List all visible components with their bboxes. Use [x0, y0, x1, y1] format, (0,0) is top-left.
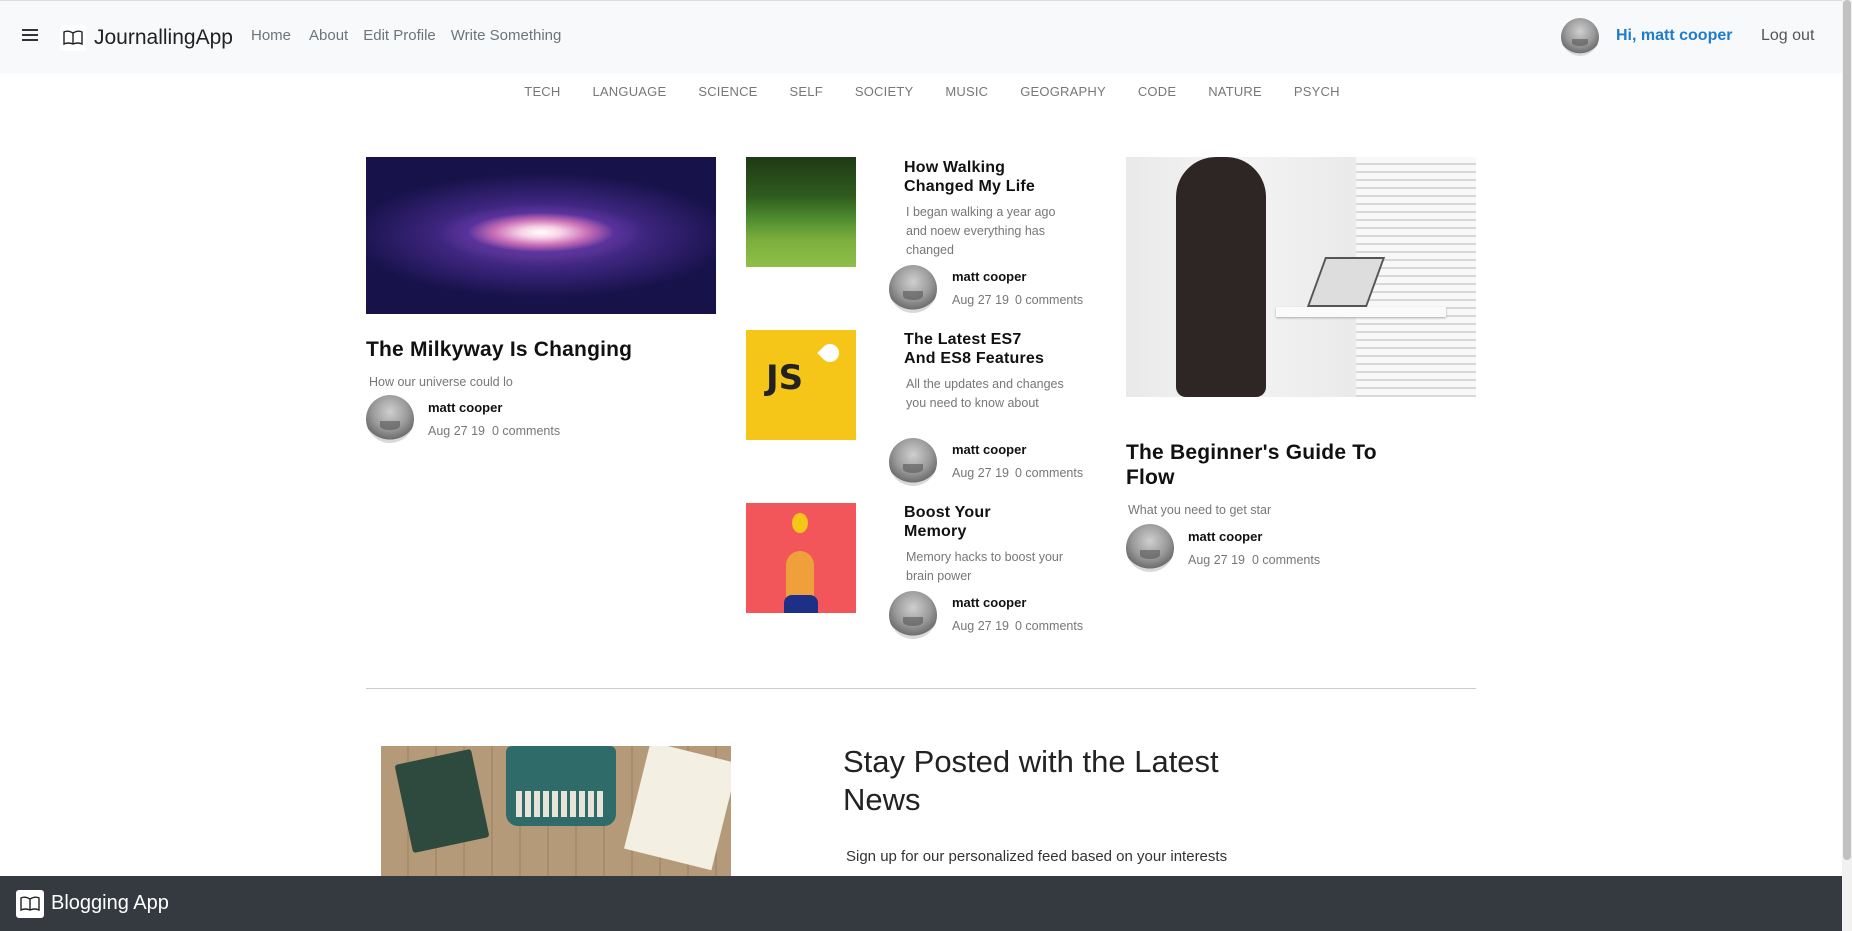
book-icon: [16, 890, 44, 918]
category-music[interactable]: MUSIC: [945, 84, 988, 99]
section-divider: [366, 688, 1476, 689]
notebook: [624, 746, 731, 871]
footer: Blogging App: [0, 876, 1842, 931]
milkyway-comments[interactable]: 0 comments: [492, 424, 560, 438]
memory-title[interactable]: Boost Your Memory: [904, 503, 1054, 541]
es7-description: All the updates and changes you need to …: [906, 377, 1064, 410]
nav-link-write-something[interactable]: Write Something: [451, 27, 562, 44]
category-nav: TECH LANGUAGE SCIENCE SELF SOCIETY MUSIC…: [0, 84, 1852, 99]
walking-image[interactable]: [746, 157, 856, 267]
user-avatar[interactable]: [1561, 18, 1599, 56]
rocket-icon: [817, 340, 843, 366]
book: [394, 748, 490, 854]
flow-title[interactable]: The Beginner's Guide To Flow: [1126, 440, 1396, 490]
author-avatar[interactable]: [889, 591, 937, 639]
es7-author[interactable]: matt cooper: [952, 442, 1026, 457]
milkyway-title[interactable]: The Milkyway Is Changing: [366, 338, 632, 362]
typewriter-image: [381, 746, 731, 876]
js-logo: JS: [766, 358, 804, 398]
memory-date: Aug 27 19: [952, 619, 1009, 633]
walking-author[interactable]: matt cooper: [952, 269, 1026, 284]
top-navbar: JournallingApp Home About Edit Profile W…: [0, 0, 1842, 73]
memory-author[interactable]: matt cooper: [952, 595, 1026, 610]
category-code[interactable]: CODE: [1138, 84, 1176, 99]
nav-link-home[interactable]: Home: [251, 27, 291, 44]
milkyway-description: How our universe could lo: [369, 375, 513, 389]
milkyway-image[interactable]: [366, 157, 716, 314]
es7-title[interactable]: The Latest ES7 And ES8 Features: [904, 330, 1054, 368]
footer-brand[interactable]: Blogging App: [51, 892, 169, 915]
figure-body: [784, 595, 818, 613]
flow-image[interactable]: [1126, 157, 1476, 397]
walking-title[interactable]: How Walking Changed My Life: [904, 158, 1054, 196]
author-avatar[interactable]: [889, 265, 937, 313]
category-language[interactable]: LANGUAGE: [593, 84, 667, 99]
newsletter-subtitle: Sign up for our personalized feed based …: [846, 848, 1228, 865]
scrollbar-thumb[interactable]: [1843, 0, 1851, 860]
flow-comments[interactable]: 0 comments: [1252, 553, 1320, 567]
author-avatar[interactable]: [366, 395, 414, 443]
walking-date: Aug 27 19: [952, 293, 1009, 307]
book-icon: [60, 25, 86, 51]
nav-link-edit-profile[interactable]: Edit Profile: [363, 27, 436, 44]
category-nature[interactable]: NATURE: [1208, 84, 1262, 99]
category-geography[interactable]: GEOGRAPHY: [1020, 84, 1106, 99]
nav-links: Home About Edit Profile Write Something: [251, 27, 576, 44]
scrollbar[interactable]: [1842, 0, 1852, 931]
author-avatar[interactable]: [889, 438, 937, 486]
category-society[interactable]: SOCIETY: [855, 84, 913, 99]
es7-comments[interactable]: 0 comments: [1015, 466, 1083, 480]
flow-author[interactable]: matt cooper: [1188, 529, 1262, 544]
walking-description: I began walking a year ago and noew ever…: [906, 205, 1056, 257]
category-self[interactable]: SELF: [790, 84, 823, 99]
author-avatar[interactable]: [1126, 524, 1174, 572]
memory-comments[interactable]: 0 comments: [1015, 619, 1083, 633]
milkyway-date: Aug 27 19: [428, 424, 485, 438]
logout-button[interactable]: Log out: [1761, 27, 1814, 45]
es7-date: Aug 27 19: [952, 466, 1009, 480]
category-psych[interactable]: PSYCH: [1294, 84, 1340, 99]
lightbulb-icon: [792, 513, 808, 533]
category-science[interactable]: SCIENCE: [698, 84, 757, 99]
brand-name: JournallingApp: [94, 26, 233, 49]
walking-comments[interactable]: 0 comments: [1015, 293, 1083, 307]
memory-image[interactable]: [746, 503, 856, 613]
user-greeting[interactable]: Hi, matt cooper: [1616, 27, 1732, 45]
category-tech[interactable]: TECH: [524, 84, 560, 99]
memory-description: Memory hacks to boost your brain power: [906, 550, 1064, 583]
woman-figure: [1176, 157, 1266, 397]
typewriter-keys: [516, 791, 606, 817]
brand[interactable]: JournallingApp: [60, 23, 233, 53]
newsletter-title: Stay Posted with the Latest News: [843, 744, 1219, 817]
es7-image[interactable]: JS: [746, 330, 856, 440]
menu-icon[interactable]: [22, 29, 38, 43]
nav-link-about[interactable]: About: [309, 27, 348, 44]
flow-date: Aug 27 19: [1188, 553, 1245, 567]
flow-description: What you need to get star: [1128, 503, 1272, 517]
milkyway-author[interactable]: matt cooper: [428, 400, 502, 415]
desk: [1276, 307, 1446, 317]
